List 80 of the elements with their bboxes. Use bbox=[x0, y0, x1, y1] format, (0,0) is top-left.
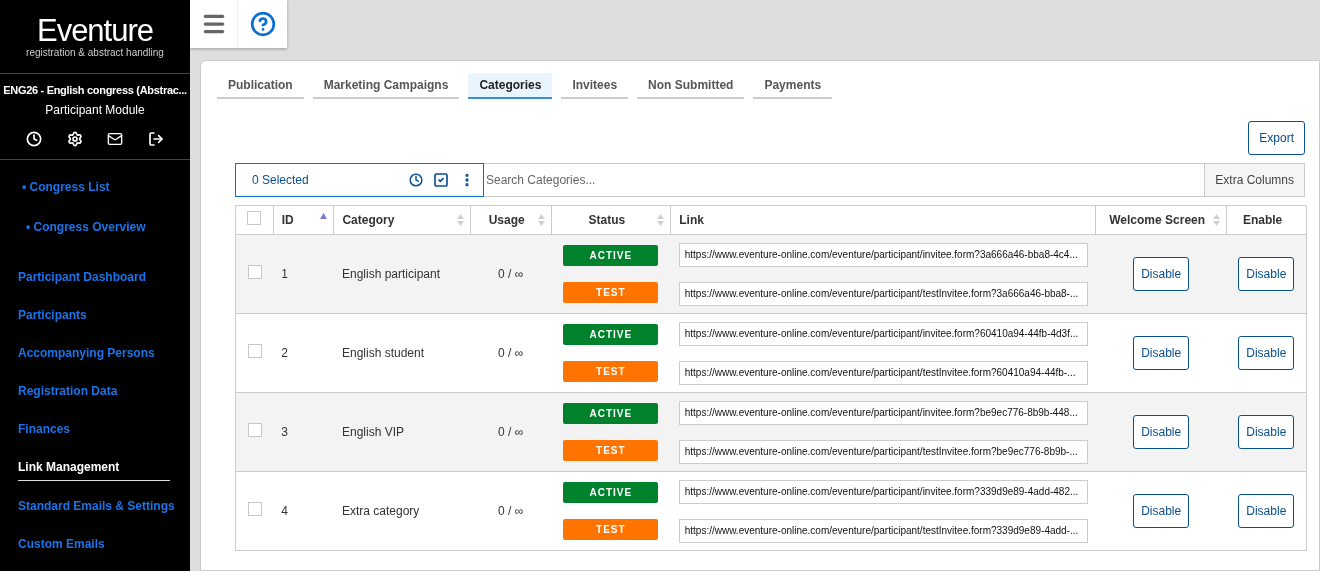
disable-button[interactable]: Disable bbox=[1238, 257, 1295, 291]
column-header: Enable bbox=[1242, 213, 1283, 227]
status-badge: TEST bbox=[563, 282, 659, 303]
tab[interactable]: Categories bbox=[468, 73, 553, 99]
column-header: ID bbox=[281, 213, 294, 227]
disable-button[interactable]: Disable bbox=[1133, 336, 1190, 370]
table-cell: 0 / ∞ bbox=[498, 346, 524, 360]
congress-title: ENG26 - English congress (Abstrac... bbox=[3, 83, 187, 98]
tab[interactable]: Payments bbox=[753, 73, 833, 99]
table-cell: 0 / ∞ bbox=[498, 425, 524, 439]
tab[interactable]: Invitees bbox=[561, 73, 629, 99]
clock-icon[interactable] bbox=[26, 130, 43, 147]
link-field[interactable]: https://www.eventure-online.com/eventure/participant/testInvitee.form?be9ec776-8b9b-... bbox=[678, 439, 1088, 464]
search-field[interactable]: Search Categories... bbox=[484, 163, 1205, 197]
help-icon[interactable] bbox=[249, 11, 276, 37]
table-cell: 4 bbox=[281, 504, 288, 518]
status-badge: TEST bbox=[563, 361, 659, 382]
sidebar-item[interactable]: Registration Data bbox=[18, 383, 118, 398]
table-cell: Extra category bbox=[341, 504, 420, 518]
sidebar-item[interactable]: Standard Emails & Settings bbox=[18, 498, 175, 513]
link-field[interactable]: https://www.eventure-online.com/eventure/participant/invitee.form?60410a94-44fb-4d3f... bbox=[678, 321, 1088, 346]
sidebar-item[interactable]: Participants bbox=[18, 307, 87, 322]
sidebar-item[interactable]: Link Management bbox=[18, 459, 170, 481]
disable-button[interactable]: Disable bbox=[1238, 494, 1295, 528]
link-field[interactable]: https://www.eventure-online.com/eventure/participant/invitee.form?3a666a46-bba8-4c4... bbox=[678, 242, 1088, 267]
link-field[interactable]: https://www.eventure-online.com/eventure/participant/testInvitee.form?60410a94-44fb-... bbox=[678, 360, 1088, 385]
sidebar-item[interactable]: Participant Dashboard bbox=[18, 269, 147, 284]
table-cell: English student bbox=[341, 346, 424, 360]
selected-count: 0 Selected bbox=[252, 172, 310, 189]
link-field[interactable]: https://www.eventure-online.com/eventure/participant/invitee.form?be9ec776-8b9b-448... bbox=[678, 400, 1088, 425]
tab[interactable]: Publication bbox=[217, 73, 304, 99]
checkbox[interactable] bbox=[247, 264, 262, 279]
sort-ascending-icon[interactable] bbox=[320, 213, 328, 219]
sidebar-item[interactable]: Custom Emails bbox=[18, 536, 105, 551]
column-header: Link bbox=[679, 213, 704, 227]
logout-icon[interactable] bbox=[147, 130, 164, 147]
sidebar-link[interactable]: • Congress Overview bbox=[0, 217, 190, 236]
table-cell: 3 bbox=[281, 425, 288, 439]
checkbox[interactable] bbox=[247, 501, 262, 516]
link-field[interactable]: https://www.eventure-online.com/eventure/participant/testInvitee.form?339d9e89-4add-... bbox=[678, 518, 1088, 543]
table-cell: 2 bbox=[281, 346, 288, 360]
table-cell: English participant bbox=[341, 267, 440, 281]
disable-button[interactable]: Disable bbox=[1238, 415, 1295, 449]
status-badge: ACTIVE bbox=[563, 324, 659, 345]
checkbox[interactable] bbox=[247, 422, 262, 437]
checkbox[interactable] bbox=[247, 343, 262, 358]
link-field[interactable]: https://www.eventure-online.com/eventure/participant/testInvitee.form?3a666a46-bba8-... bbox=[678, 281, 1088, 306]
settings-icon[interactable] bbox=[66, 130, 83, 147]
table-cell: 1 bbox=[281, 267, 288, 281]
disable-button[interactable]: Disable bbox=[1238, 336, 1295, 370]
brand-logo: Eventure bbox=[36, 14, 154, 47]
table-cell: English VIP bbox=[341, 425, 404, 439]
sidebar-link[interactable]: • Congress List bbox=[0, 177, 190, 196]
mail-icon[interactable] bbox=[107, 130, 124, 147]
column-header: Category bbox=[342, 213, 395, 227]
status-badge: ACTIVE bbox=[563, 403, 659, 424]
link-field[interactable]: https://www.eventure-online.com/eventure/participant/invitee.form?339d9e89-4add-482... bbox=[678, 479, 1088, 504]
history-icon[interactable] bbox=[409, 173, 423, 187]
brand-tagline: registration & abstract handling bbox=[26, 46, 164, 59]
table-cell: 0 / ∞ bbox=[498, 267, 524, 281]
status-badge: TEST bbox=[563, 440, 659, 461]
column-header: Status bbox=[588, 213, 626, 227]
disable-button[interactable]: Disable bbox=[1133, 257, 1190, 291]
sidebar-item[interactable]: Finances bbox=[18, 421, 71, 436]
table-cell: 0 / ∞ bbox=[498, 504, 524, 518]
status-badge: TEST bbox=[563, 519, 659, 540]
tab[interactable]: Non Submitted bbox=[637, 73, 745, 99]
extra-columns-button[interactable]: Extra Columns bbox=[1204, 163, 1305, 197]
disable-button[interactable]: Disable bbox=[1133, 494, 1190, 528]
column-header: Welcome Screen bbox=[1109, 213, 1206, 227]
tab[interactable]: Marketing Campaigns bbox=[312, 73, 460, 99]
sidebar-item[interactable]: Accompanying Persons bbox=[18, 345, 155, 360]
export-button[interactable]: Export bbox=[1248, 121, 1305, 155]
disable-button[interactable]: Disable bbox=[1133, 415, 1190, 449]
status-badge: ACTIVE bbox=[563, 482, 659, 503]
select-all-icon[interactable] bbox=[433, 172, 449, 188]
status-badge: ACTIVE bbox=[563, 245, 659, 266]
column-header: Usage bbox=[488, 213, 525, 227]
module-name: Participant Module bbox=[45, 101, 145, 119]
checkbox[interactable] bbox=[247, 210, 262, 225]
